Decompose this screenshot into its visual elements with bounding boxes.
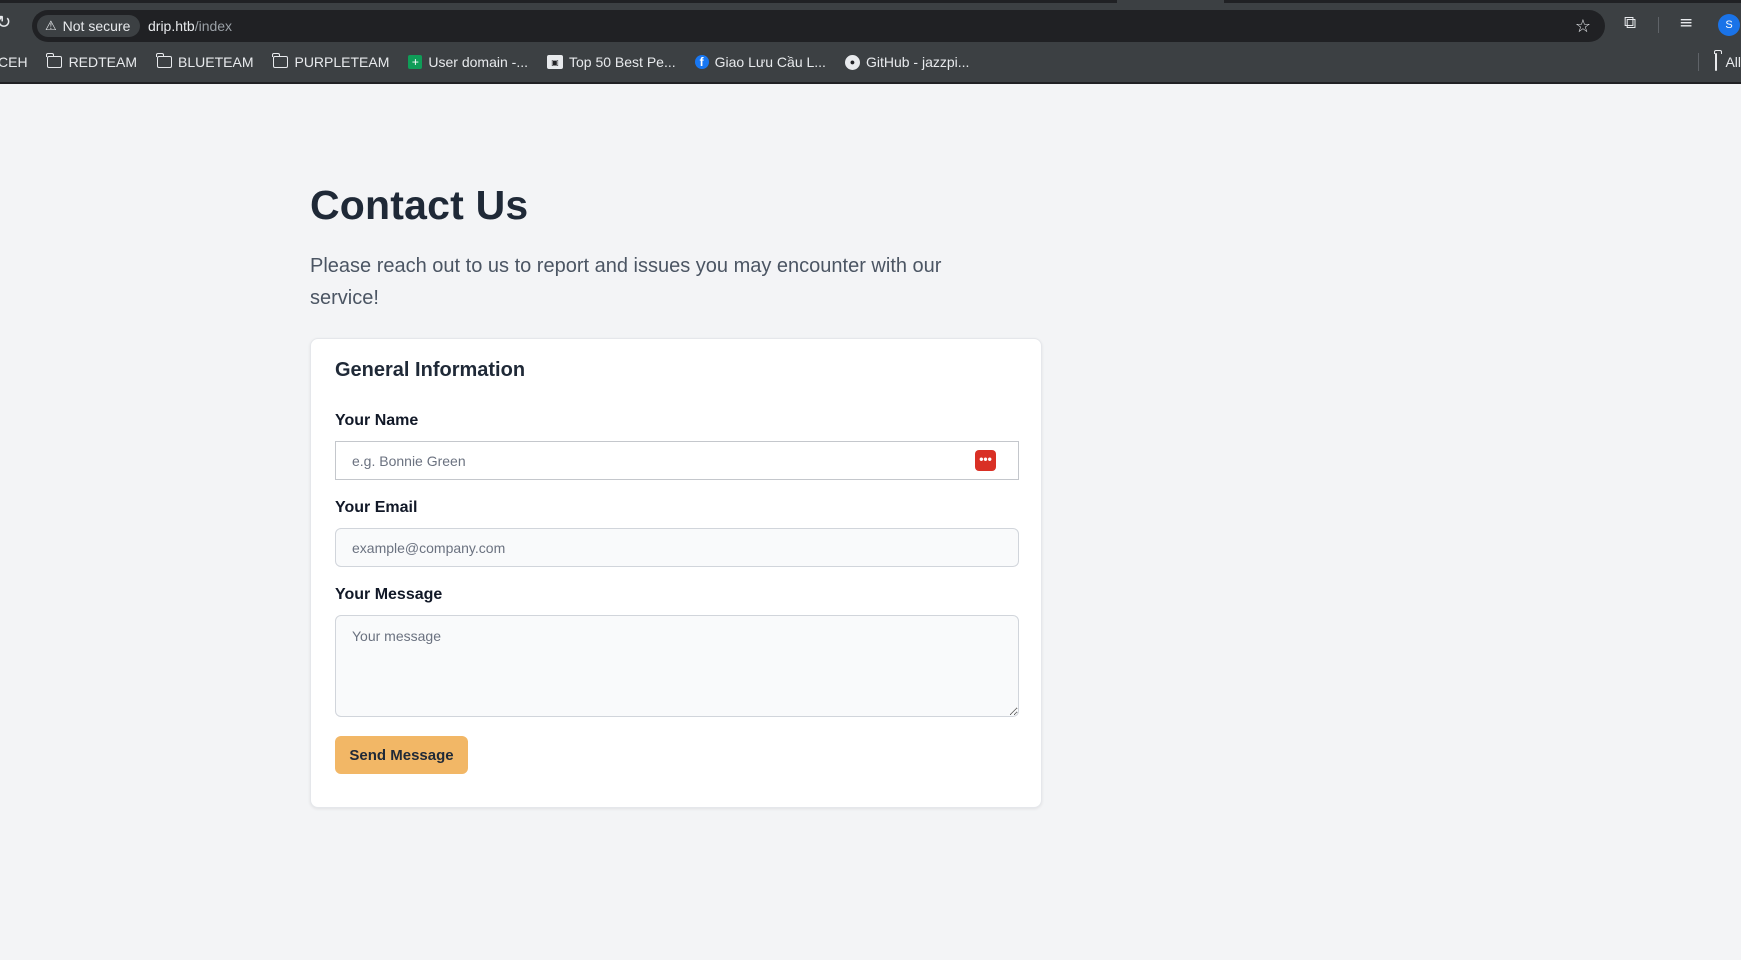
page-subtitle: Please reach out to us to report and iss…: [310, 255, 942, 309]
url-text[interactable]: drip.htb/index: [148, 10, 232, 42]
bookmark-label: Giao Lưu Cầu L...: [714, 54, 826, 70]
bookmark-label: PURPLETEAM: [294, 54, 390, 70]
bookmark-blueteam[interactable]: BLUETEAM: [155, 53, 254, 70]
browser-chrome: ↻ ⚠ Not secure drip.htb/index ☆ ⧉ ≡ S CE…: [0, 0, 1741, 84]
bookmark-label: BLUETEAM: [178, 54, 254, 70]
folder-icon: [46, 53, 63, 69]
bookmark-label: REDTEAM: [68, 54, 138, 70]
bookmark-label: GitHub - jazzpi...: [865, 54, 970, 70]
bookmark-top-50[interactable]: ▣ Top 50 Best Pe...: [547, 54, 676, 70]
media-queue-icon[interactable]: ≡: [1679, 13, 1693, 33]
address-bar[interactable]: ⚠ Not secure drip.htb/index ☆: [32, 10, 1605, 42]
site-icon: ▣: [547, 55, 563, 69]
bookmark-user-domain[interactable]: + User domain -...: [408, 54, 528, 70]
bookmarks-divider: [1698, 53, 1700, 71]
send-message-button[interactable]: Send Message: [335, 736, 468, 774]
form-heading: General Information: [335, 359, 526, 381]
url-host: drip.htb: [148, 18, 195, 34]
github-icon: ●: [844, 54, 860, 70]
sheets-icon: +: [408, 55, 423, 69]
bookmark-ceh[interactable]: CEH: [0, 54, 28, 70]
security-label: Not secure: [62, 18, 131, 34]
browser-toolbar: ↻ ⚠ Not secure drip.htb/index ☆ ⧉ ≡ S: [0, 3, 1741, 46]
toolbar-divider: [1658, 17, 1659, 33]
message-textarea[interactable]: [335, 615, 1019, 717]
page-content: Contact Us Please reach out to us to rep…: [0, 84, 1741, 960]
all-bookmarks[interactable]: All: [1698, 46, 1741, 78]
bookmark-github[interactable]: ● GitHub - jazzpi...: [844, 54, 970, 70]
bookmark-label: User domain -...: [428, 54, 528, 70]
folder-icon: [1715, 53, 1718, 71]
url-path: /index: [194, 18, 233, 34]
contact-form: General Information Your Name ••• Your E…: [310, 338, 1042, 808]
bookmark-star-icon[interactable]: ☆: [1575, 16, 1591, 37]
facebook-icon: f: [694, 55, 709, 69]
password-manager-icon[interactable]: •••: [975, 450, 996, 471]
message-label: Your Message: [335, 586, 443, 603]
security-chip[interactable]: ⚠ Not secure: [37, 15, 141, 37]
name-label: Your Name: [335, 412, 419, 429]
name-input[interactable]: [335, 441, 1019, 480]
folder-icon: [155, 53, 172, 69]
email-input[interactable]: [335, 528, 1019, 567]
all-bookmarks-label: All: [1725, 54, 1741, 70]
reload-icon[interactable]: ↻: [0, 13, 16, 33]
warning-icon: ⚠: [45, 18, 57, 34]
extensions-icon[interactable]: ⧉: [1624, 13, 1636, 33]
profile-avatar[interactable]: S: [1718, 14, 1740, 36]
folder-icon: [271, 53, 288, 69]
bookmark-label: Top 50 Best Pe...: [569, 54, 676, 70]
bookmark-purpleteam[interactable]: PURPLETEAM: [271, 53, 390, 70]
bookmark-giao-luu[interactable]: f Giao Lưu Cầu L...: [694, 54, 826, 70]
bookmark-label: CEH: [0, 54, 28, 70]
email-label: Your Email: [335, 499, 418, 516]
bookmarks-bar: CEH REDTEAM BLUETEAM PURPLETEAM + User d…: [0, 46, 1741, 78]
bookmark-redteam[interactable]: REDTEAM: [46, 53, 138, 70]
page-title: Contact Us: [310, 182, 529, 228]
